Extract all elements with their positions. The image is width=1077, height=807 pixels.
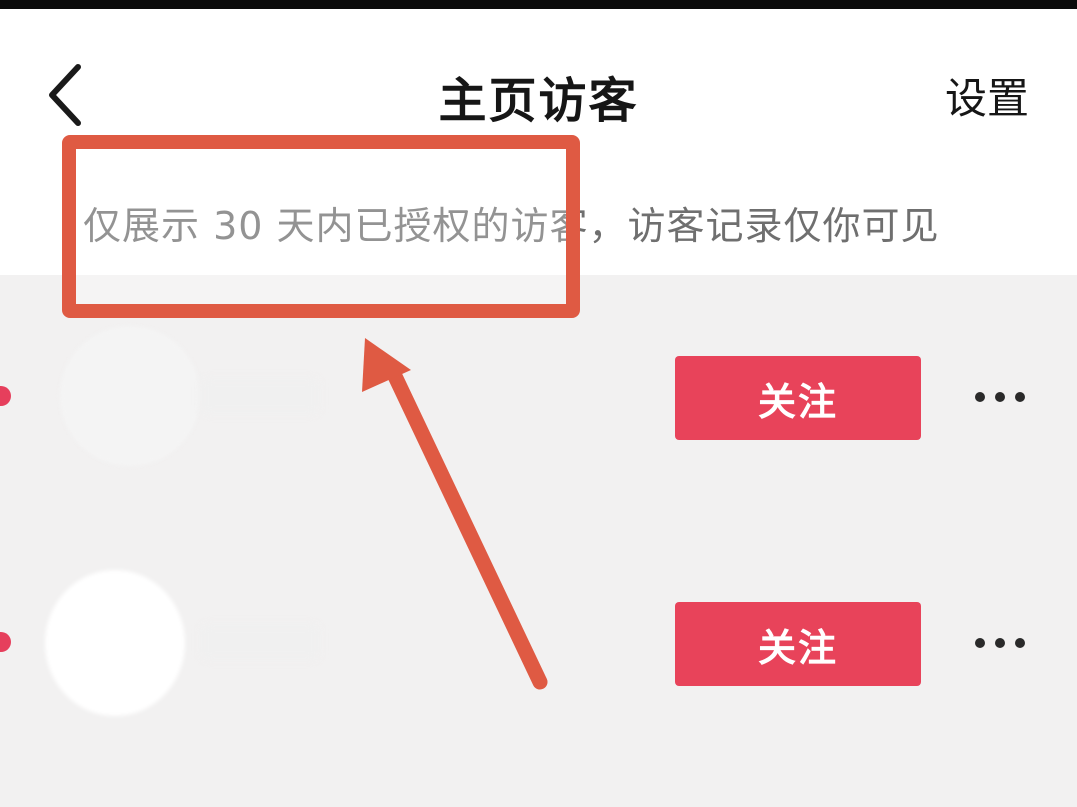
- more-horizontal-icon: [975, 392, 1025, 402]
- visitor-row[interactable]: 关注: [0, 570, 1077, 716]
- header: 主页访客 设置 仅展示 30 天内已授权的访客，访客记录仅你可见: [0, 9, 1077, 275]
- more-button[interactable]: [970, 382, 1030, 412]
- avatar[interactable]: [45, 570, 185, 716]
- more-button[interactable]: [970, 628, 1030, 658]
- visitor-name-blurred: [200, 624, 320, 660]
- follow-button[interactable]: 关注: [675, 356, 921, 440]
- more-horizontal-icon: [975, 638, 1025, 648]
- settings-button[interactable]: 设置: [945, 65, 1029, 126]
- status-bar-strip: [0, 0, 1077, 9]
- unread-dot: [0, 632, 11, 652]
- visitor-notice: 仅展示 30 天内已授权的访客，访客记录仅你可见: [83, 204, 940, 248]
- page-title: 主页访客: [438, 73, 639, 129]
- unread-dot: [0, 386, 11, 406]
- avatar[interactable]: [60, 326, 200, 466]
- visitor-row[interactable]: 关注: [0, 326, 1077, 466]
- visitor-page: 主页访客 设置 仅展示 30 天内已授权的访客，访客记录仅你可见 关注 关注: [0, 0, 1077, 807]
- visitor-name-blurred: [200, 378, 320, 414]
- follow-button[interactable]: 关注: [675, 602, 921, 686]
